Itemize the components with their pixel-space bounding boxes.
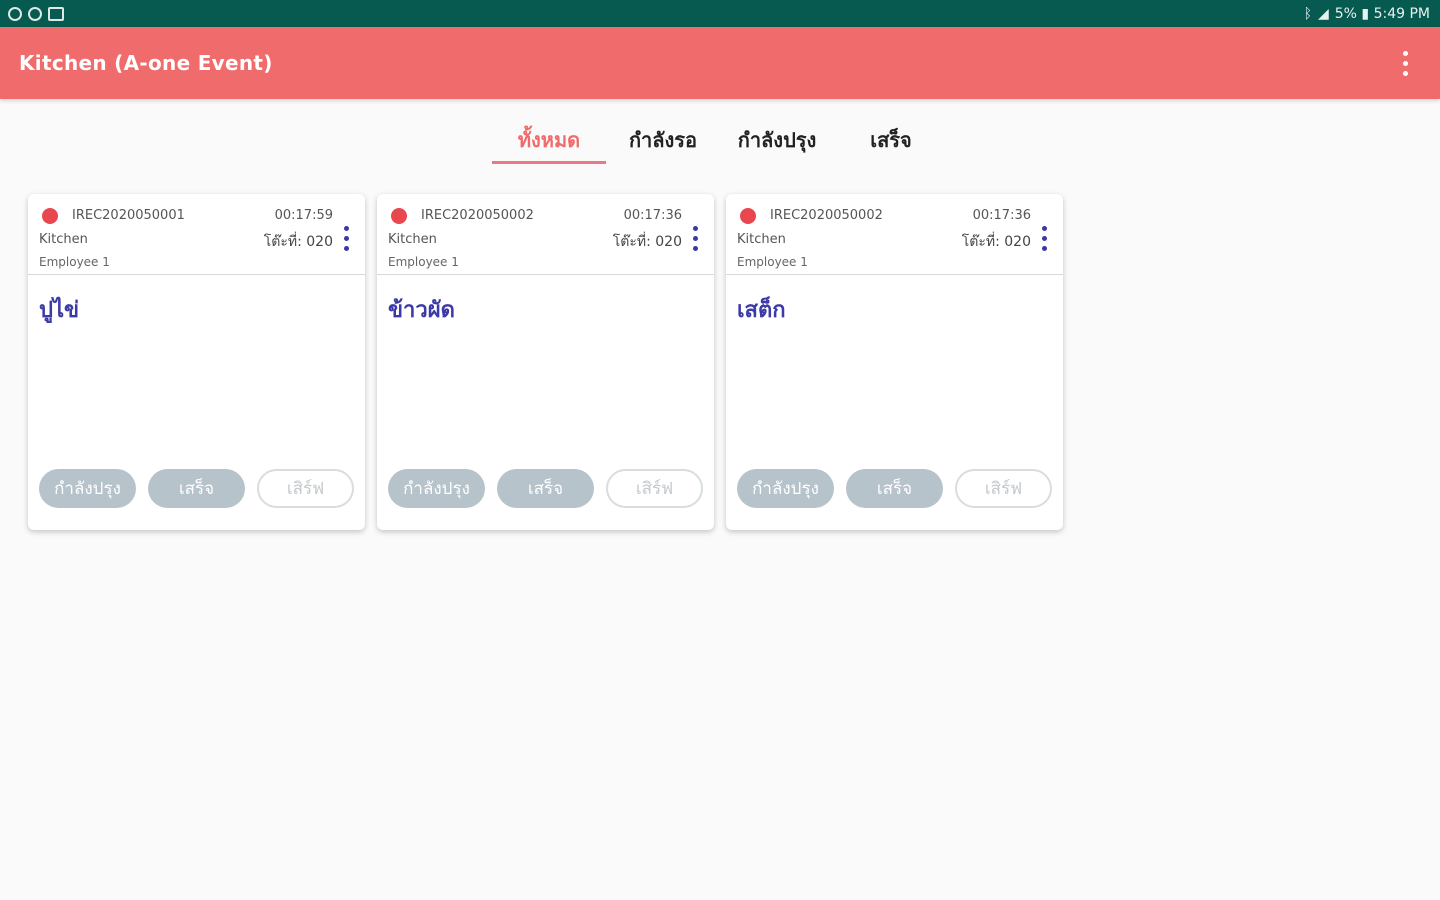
tab-cooking[interactable]: กำลังปรุง <box>720 118 834 164</box>
status-bar-right: ᛒ ◢ 5% ▮ 5:49 PM <box>1304 6 1440 22</box>
order-elapsed-time: 00:17:59 <box>274 208 333 223</box>
app-bar: Kitchen (A-one Event) <box>0 27 1440 99</box>
done-button[interactable]: เสร็จ <box>846 469 943 508</box>
menu-item-name: ปูไข่ <box>39 298 80 323</box>
tab-waiting[interactable]: กำลังรอ <box>606 118 720 164</box>
status-bar: ᛒ ◢ 5% ▮ 5:49 PM <box>0 0 1440 27</box>
order-code: IREC2020050002 <box>770 208 883 223</box>
wifi-signal-icon: ◢ <box>1317 5 1329 22</box>
order-employee: Employee 1 <box>388 255 459 269</box>
tab-all[interactable]: ทั้งหมด <box>492 118 606 164</box>
order-elapsed-time: 00:17:36 <box>972 208 1031 223</box>
order-employee: Employee 1 <box>737 255 808 269</box>
order-card-header: IREC2020050001 00:17:59 Kitchen โต๊ะที่:… <box>28 194 365 275</box>
order-code: IREC2020050002 <box>421 208 534 223</box>
order-elapsed-time: 00:17:36 <box>623 208 682 223</box>
order-card-header: IREC2020050002 00:17:36 Kitchen โต๊ะที่:… <box>726 194 1063 275</box>
image-icon <box>48 6 64 21</box>
status-dot <box>42 208 58 224</box>
cooking-button[interactable]: กำลังปรุง <box>737 469 834 508</box>
order-employee: Employee 1 <box>39 255 110 269</box>
more-vert-icon[interactable] <box>344 226 349 251</box>
order-department: Kitchen <box>737 232 786 247</box>
order-table-number: โต๊ะที่: 020 <box>961 234 1031 250</box>
tab-done[interactable]: เสร็จ <box>834 118 948 164</box>
done-button[interactable]: เสร็จ <box>497 469 594 508</box>
order-card[interactable]: IREC2020050002 00:17:36 Kitchen โต๊ะที่:… <box>377 194 714 530</box>
cooking-button[interactable]: กำลังปรุง <box>388 469 485 508</box>
menu-item-name: ข้าวผัด <box>388 298 455 323</box>
serve-button[interactable]: เสิร์ฟ <box>955 469 1052 508</box>
status-dot <box>391 208 407 224</box>
order-department: Kitchen <box>388 232 437 247</box>
more-vert-icon[interactable] <box>693 226 698 251</box>
status-text: 5% ▮ 5:49 PM <box>1334 5 1430 22</box>
order-table-number: โต๊ะที่: 020 <box>612 234 682 250</box>
order-status-tabs: ทั้งหมด กำลังรอ กำลังปรุง เสร็จ <box>492 118 948 164</box>
status-dot <box>740 208 756 224</box>
status-bar-left-icons <box>0 6 64 21</box>
more-vert-icon[interactable] <box>1387 43 1440 84</box>
menu-item-name: เสต็ก <box>737 298 786 323</box>
more-vert-icon[interactable] <box>1042 226 1047 251</box>
done-button[interactable]: เสร็จ <box>148 469 245 508</box>
cooking-button[interactable]: กำลังปรุง <box>39 469 136 508</box>
order-code: IREC2020050001 <box>72 208 185 223</box>
app-title: Kitchen (A-one Event) <box>19 51 273 75</box>
order-card[interactable]: IREC2020050001 00:17:59 Kitchen โต๊ะที่:… <box>28 194 365 530</box>
order-department: Kitchen <box>39 232 88 247</box>
bluetooth-icon: ᛒ <box>1303 5 1312 22</box>
sync-icon <box>8 6 22 21</box>
serve-button[interactable]: เสิร์ฟ <box>257 469 354 508</box>
order-table-number: โต๊ะที่: 020 <box>263 234 333 250</box>
order-card[interactable]: IREC2020050002 00:17:36 Kitchen โต๊ะที่:… <box>726 194 1063 530</box>
serve-button[interactable]: เสิร์ฟ <box>606 469 703 508</box>
order-card-header: IREC2020050002 00:17:36 Kitchen โต๊ะที่:… <box>377 194 714 275</box>
sync-icon <box>28 6 42 21</box>
